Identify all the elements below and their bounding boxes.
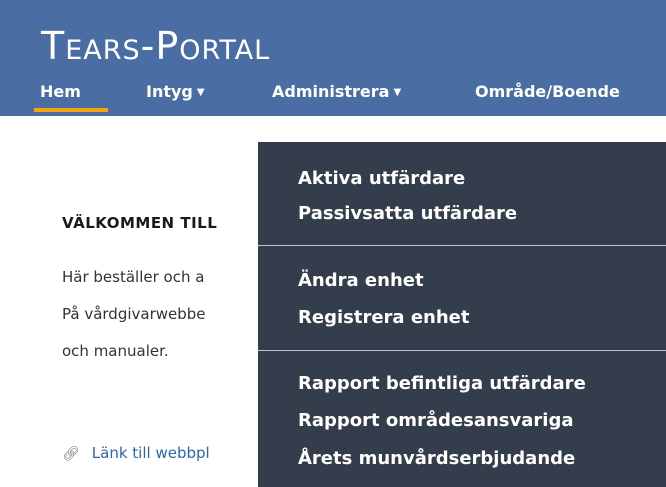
nav-certificates-label: Intyg [146, 82, 193, 101]
caret-down-icon: ▼ [196, 87, 205, 98]
welcome-heading: VÄLKOMMEN TILL [62, 214, 218, 232]
nav-administer-label: Administrera [272, 82, 390, 101]
caret-down-icon: ▼ [393, 87, 402, 98]
nav-home[interactable]: Hem [40, 82, 81, 101]
menu-item-change-unit[interactable]: Ändra enhet [298, 270, 424, 291]
intro-line-3: och manualer. [62, 342, 169, 360]
menu-divider [258, 350, 666, 351]
nav-area[interactable]: Område/Boende [475, 82, 620, 101]
administer-dropdown-menu: Aktiva utfärdare Passivsatta utfärdare Ä… [258, 142, 666, 487]
menu-item-register-unit[interactable]: Registrera enhet [298, 307, 469, 328]
nav-certificates[interactable]: Intyg ▼ [146, 82, 205, 101]
menu-item-active-issuers[interactable]: Aktiva utfärdare [298, 168, 465, 189]
main-nav: Hem Intyg ▼ Administrera ▼ Område/Boende [0, 0, 666, 116]
intro-line-2: På vårdgivarwebbe [62, 305, 206, 323]
nav-administer[interactable]: Administrera ▼ [272, 82, 401, 101]
website-link-row: 🔗︎ Länk till webbpl [62, 444, 210, 462]
menu-item-report-existing-issuers[interactable]: Rapport befintliga utfärdare [298, 373, 586, 394]
intro-line-1: Här beställer och a [62, 268, 205, 286]
website-link[interactable]: Länk till webbpl [92, 444, 210, 462]
top-header: Tears-Portal Hem Intyg ▼ Administrera ▼ Om… [0, 0, 666, 116]
menu-divider [258, 245, 666, 246]
nav-area-label: Område/Boende [475, 82, 620, 101]
menu-item-passive-issuers[interactable]: Passivsatta utfärdare [298, 203, 517, 224]
menu-item-annual-dental-offer[interactable]: Årets munvårdserbjudande [298, 448, 575, 469]
menu-item-report-area-managers[interactable]: Rapport områdesansvariga [298, 410, 573, 431]
active-nav-indicator [34, 108, 108, 112]
link-icon: 🔗︎ [62, 446, 80, 462]
nav-home-label: Hem [40, 82, 81, 101]
